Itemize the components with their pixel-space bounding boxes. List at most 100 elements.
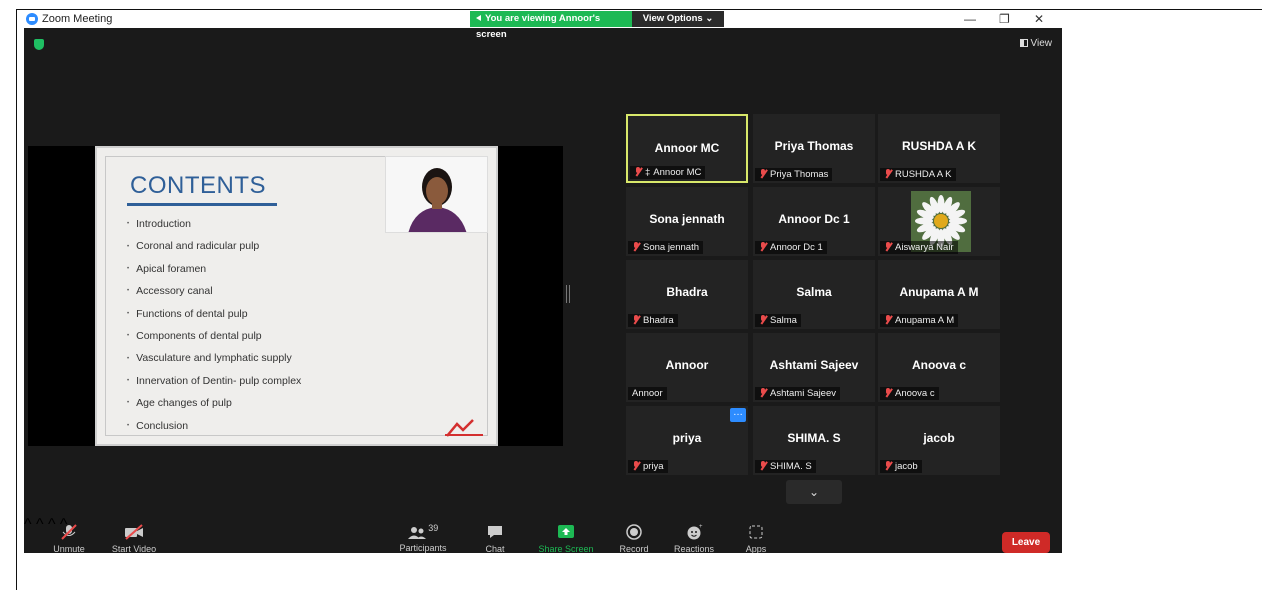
- participant-tile[interactable]: SHIMA. S SHIMA. S: [753, 406, 875, 475]
- participant-name-label: jacob: [880, 460, 922, 473]
- participant-name: SHIMA. S: [770, 461, 812, 472]
- apps-icon: [749, 525, 763, 539]
- participant-display-name: priya: [672, 431, 702, 445]
- participant-name: Bhadra: [643, 315, 674, 326]
- pin-icon: ‡: [645, 167, 651, 178]
- unmute-button[interactable]: Unmute: [34, 516, 104, 553]
- title-bar: Zoom Meeting You are viewing Annoor's sc…: [24, 10, 1062, 40]
- participant-tile[interactable]: RUSHDA A K RUSHDA A K: [878, 114, 1000, 183]
- shared-screen: CONTENTS Introduction Coronal and radicu…: [28, 146, 563, 446]
- participant-tile[interactable]: Annoor Annoor: [626, 333, 748, 402]
- mic-muted-icon: [759, 461, 767, 470]
- participant-count: 39: [428, 523, 439, 533]
- view-label: View: [1030, 38, 1053, 49]
- mic-muted-icon: [759, 242, 767, 251]
- list-item: Functions of dental pulp: [127, 306, 301, 328]
- start-video-button[interactable]: Start Video: [99, 516, 169, 553]
- participant-name-label: Bhadra: [628, 314, 678, 327]
- participant-tile[interactable]: jacob jacob: [878, 406, 1000, 475]
- record-icon: [626, 524, 642, 540]
- chat-button[interactable]: Chat: [460, 516, 530, 553]
- list-item: Age changes of pulp: [127, 395, 301, 417]
- list-item: Vasculature and lymphatic supply: [127, 350, 301, 372]
- participant-tile[interactable]: priya priya …: [626, 406, 748, 475]
- participant-display-name: Annoor: [665, 358, 709, 372]
- slide-title: CONTENTS: [130, 172, 266, 199]
- participant-tile[interactable]: Aiswarya Nair: [878, 187, 1000, 256]
- participant-name-label: Annoor: [628, 387, 667, 400]
- apps-label: Apps: [745, 544, 767, 553]
- participants-button[interactable]: 39 Participants: [388, 516, 458, 553]
- participant-name: Priya Thomas: [770, 169, 829, 180]
- chat-label: Chat: [485, 544, 505, 553]
- participant-name: Aiswarya Nair: [895, 242, 954, 253]
- participant-name: Annoor: [632, 388, 663, 399]
- participant-tile[interactable]: Annoor MC ‡ Annoor MC: [626, 114, 748, 183]
- reactions-smile-icon: +: [687, 524, 703, 540]
- split-divider-handle[interactable]: [566, 285, 570, 303]
- participant-name: RUSHDA A K: [895, 169, 952, 180]
- participant-name-label: Annoor Dc 1: [755, 241, 827, 254]
- participant-tile[interactable]: Ashtami Sajeev Ashtami Sajeev: [753, 333, 875, 402]
- participant-display-name: Anoova c: [911, 358, 966, 372]
- reactions-button[interactable]: + Reactions: [659, 516, 729, 553]
- view-layout-button[interactable]: View: [1019, 38, 1053, 49]
- participant-display-name: Annoor MC: [654, 141, 720, 155]
- audio-options-caret[interactable]: ^: [24, 516, 32, 533]
- participant-name: Annoor MC: [653, 167, 702, 178]
- participant-name: Annoor Dc 1: [770, 242, 823, 253]
- participant-tile[interactable]: Sona jennath Sona jennath: [626, 187, 748, 256]
- mic-muted-icon: [884, 169, 892, 178]
- list-item: Accessory canal: [127, 283, 301, 305]
- participant-name-label: Sona jennath: [628, 241, 703, 254]
- meeting-toolbar: Unmute ^ Start Video ^ 39 Participants ^…: [24, 516, 1062, 553]
- participant-name-label: priya: [628, 460, 668, 473]
- speaker-icon: [476, 15, 481, 22]
- presenter-video-thumbnail: [385, 156, 488, 233]
- close-button[interactable]: ✕: [1034, 12, 1044, 26]
- participant-name: Ashtami Sajeev: [770, 388, 837, 399]
- window-title: Zoom Meeting: [42, 13, 113, 25]
- participant-tile[interactable]: Annoor Dc 1 Annoor Dc 1: [753, 187, 875, 256]
- maximize-button[interactable]: ❐: [999, 12, 1010, 26]
- list-item: Conclusion: [127, 418, 301, 440]
- apps-button[interactable]: Apps: [721, 516, 791, 553]
- reactions-label: Reactions: [673, 544, 715, 553]
- participant-display-name: Ashtami Sajeev: [769, 358, 859, 372]
- participant-name: jacob: [895, 461, 918, 472]
- view-options-button[interactable]: View Options ⌄: [632, 11, 724, 27]
- mic-muted-icon: [884, 242, 892, 251]
- video-off-icon: [125, 524, 143, 540]
- zoom-window: Zoom Meeting You are viewing Annoor's sc…: [24, 10, 1062, 553]
- gallery-next-page-button[interactable]: ⌄: [786, 480, 842, 504]
- mic-muted-icon: [632, 461, 640, 470]
- participant-tile[interactable]: Priya Thomas Priya Thomas: [753, 114, 875, 183]
- minimize-button[interactable]: —: [964, 12, 976, 26]
- encryption-shield-icon[interactable]: [34, 39, 44, 50]
- participant-tile[interactable]: Bhadra Bhadra: [626, 260, 748, 329]
- participant-tile[interactable]: Salma Salma: [753, 260, 875, 329]
- participant-display-name: Priya Thomas: [774, 139, 854, 153]
- participant-name-label: Salma: [755, 314, 801, 327]
- participant-tile[interactable]: Anupama A M Anupama A M: [878, 260, 1000, 329]
- list-item: Coronal and radicular pulp: [127, 238, 301, 260]
- chat-icon: [488, 526, 502, 538]
- participant-tile[interactable]: Anoova c Anoova c: [878, 333, 1000, 402]
- participant-name: Sona jennath: [643, 242, 699, 253]
- participant-name: Salma: [770, 315, 797, 326]
- more-options-button[interactable]: …: [730, 408, 746, 422]
- viewing-text: You are viewing Annoor's screen: [476, 13, 601, 40]
- participant-display-name: Anupama A M: [899, 285, 979, 299]
- grid-view-icon: [1019, 39, 1028, 47]
- participant-display-name: Annoor Dc 1: [778, 212, 850, 226]
- svg-text:+: +: [699, 524, 703, 530]
- participant-name: Anupama A M: [895, 315, 955, 326]
- share-screen-button[interactable]: Share Screen: [531, 516, 601, 553]
- mic-muted-icon: [884, 388, 892, 397]
- participants-icon: [407, 526, 426, 539]
- leave-button[interactable]: Leave: [1002, 532, 1050, 553]
- participant-display-name: Salma: [796, 285, 832, 299]
- participant-name: priya: [643, 461, 664, 472]
- mic-muted-icon: [759, 388, 767, 397]
- list-item: Innervation of Dentin- pulp complex: [127, 373, 301, 395]
